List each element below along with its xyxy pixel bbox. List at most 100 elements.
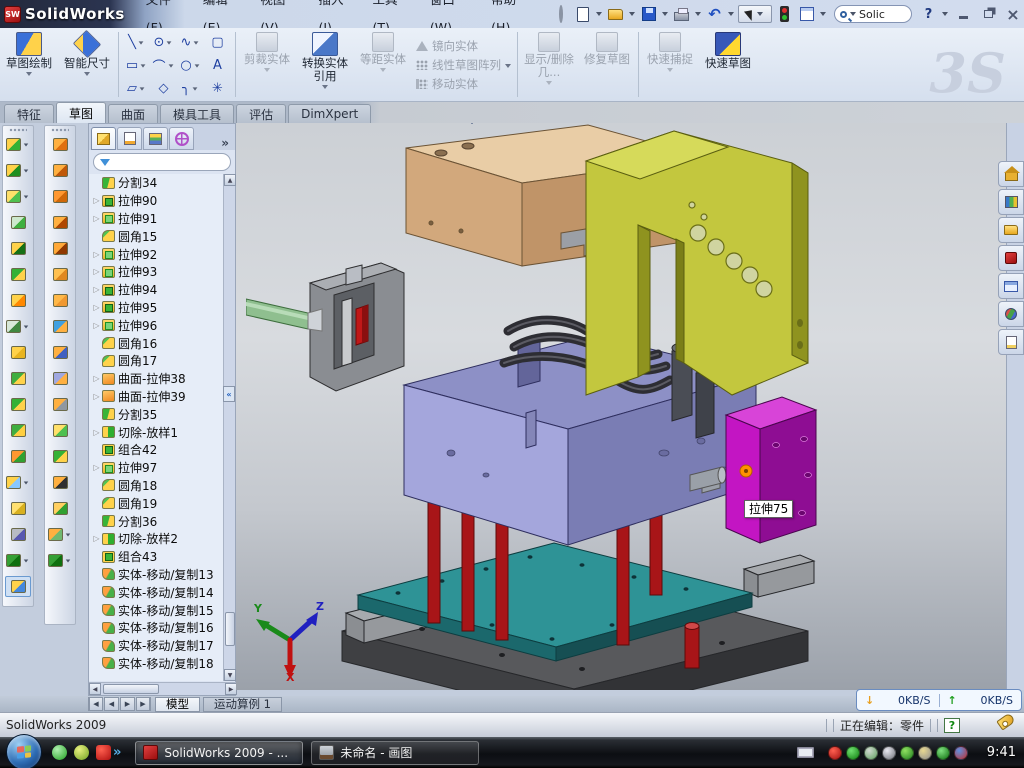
swept-surface-icon[interactable] [47,134,73,155]
command-tab[interactable]: 曲面 [108,104,158,123]
taskbar-window-button[interactable]: 未命名 - 画图 [311,741,479,765]
reference-plane-icon[interactable] [5,498,31,519]
help-button[interactable] [919,5,938,23]
expand-arrow-icon[interactable] [92,250,101,259]
planar-surface-icon[interactable] [47,290,73,311]
shell-icon[interactable] [5,264,31,285]
ellipse-icon[interactable]: ○ [177,54,204,77]
surface-curve-icon[interactable] [47,550,73,571]
restore-button[interactable] [977,6,999,22]
command-tab[interactable]: 特征 [4,104,54,123]
spline-icon[interactable]: ∿ [177,31,204,54]
tree-item[interactable]: 实体-移动/复制17 [89,637,225,655]
first-tab-button[interactable]: ◀ [88,697,103,711]
linear-pattern-icon[interactable] [5,316,31,337]
circle-icon[interactable]: ⊙ [150,31,177,54]
instant3d-icon[interactable] [5,472,31,493]
appearances-icon[interactable] [998,301,1024,327]
tree-item[interactable]: 拉伸95 [89,299,225,317]
save-dropdown[interactable] [662,12,668,16]
tree-item[interactable]: 拉伸91 [89,210,225,228]
featuremanager-tab[interactable] [91,127,116,150]
lofted-boss-icon[interactable] [5,238,31,259]
new-file-button[interactable] [573,5,592,23]
tree-item[interactable]: 切除-放样1 [89,423,225,441]
extruded-surface-icon[interactable] [47,186,73,207]
solidworks-resources-icon[interactable] [998,161,1024,187]
split-feature-icon[interactable] [5,394,31,415]
rapid-sketch-button[interactable]: 快速草图 [699,28,757,101]
print-button[interactable] [672,5,691,23]
reference-axis-icon[interactable] [5,524,31,545]
firewall-icon[interactable] [846,746,860,760]
configurationmanager-tab[interactable] [143,127,168,150]
tree-item[interactable]: 圆角16 [89,334,225,352]
revolved-surface-icon[interactable] [47,160,73,181]
trim-surface-icon[interactable] [47,368,73,389]
tree-item[interactable]: 实体-移动/复制15 [89,601,225,619]
quick-launch-chevron[interactable]: » [113,745,121,760]
horizontal-scroll-thumb[interactable] [103,684,159,694]
tree-filter-input[interactable] [93,153,231,171]
tree-item[interactable]: 圆角18 [89,477,225,495]
tree-vertical-scrollbar[interactable]: ▲ ▼ [223,174,235,681]
expand-arrow-icon[interactable] [92,321,101,330]
options-button[interactable] [797,5,816,23]
view-orientation-icon[interactable] [572,123,595,128]
tree-item[interactable]: 圆角15 [89,227,225,245]
expand-arrow-icon[interactable] [92,303,101,312]
arc-icon[interactable]: ⌒ [150,54,177,77]
network-warning-icon[interactable] [918,746,932,760]
lofted-surface-icon[interactable] [47,238,73,259]
line-icon[interactable]: ╲ [123,31,150,54]
solidworks-shortcut-icon[interactable] [96,745,111,760]
move-copy-body-icon[interactable] [5,446,31,467]
display-delete-relations-button[interactable]: 显示/删除几... [520,28,578,101]
sketch-button[interactable]: 草图绘制 [0,28,58,101]
sketch-fillet-icon[interactable]: ╮ [177,77,204,100]
extend-surface-icon[interactable] [47,342,73,363]
extruded-cut-icon[interactable] [5,160,31,181]
expand-arrow-icon[interactable] [92,463,101,472]
expand-arrow-icon[interactable] [92,392,101,401]
expand-arrow-icon[interactable] [92,267,101,276]
tree-item[interactable]: 拉伸96 [89,316,225,334]
command-tab[interactable]: DimXpert [288,104,371,123]
close-button[interactable] [1002,6,1024,22]
expand-arrow-icon[interactable] [92,196,101,205]
volume-icon[interactable] [882,746,896,760]
open-file-button[interactable] [606,5,625,23]
measure-icon[interactable] [5,576,31,597]
open-dropdown[interactable] [629,12,635,16]
select-tool-button[interactable] [738,5,772,23]
expand-arrow-icon[interactable] [92,285,101,294]
fillet-feature-icon[interactable] [5,186,31,207]
curve-icon[interactable] [5,550,31,571]
keyboard-layout-icon[interactable] [797,747,814,758]
options-dropdown[interactable] [820,12,826,16]
start-button[interactable] [6,734,42,768]
expand-arrow-icon[interactable] [92,214,101,223]
power-icon[interactable] [900,746,914,760]
offset-entities-button[interactable]: 等距实体 [354,28,412,101]
rib-icon[interactable] [5,342,31,363]
extruded-boss-icon[interactable] [5,134,31,155]
tree-item[interactable]: 切除-放样2 [89,530,225,548]
expand-arrow-icon[interactable] [92,534,101,543]
security-center-icon[interactable] [828,746,842,760]
zoom-fit-icon[interactable] [460,123,483,128]
command-tab[interactable]: 模具工具 [160,104,234,123]
command-tab[interactable]: 草图 [56,102,106,123]
display-style-icon[interactable] [600,123,623,128]
delete-face-icon[interactable] [47,472,73,493]
file-explorer-icon[interactable] [998,217,1024,243]
replace-face-icon[interactable] [47,498,73,519]
save-button[interactable] [639,5,658,23]
select-box-icon[interactable]: ▢ [204,31,231,54]
new-dropdown[interactable] [596,12,602,16]
defender-icon[interactable] [936,746,950,760]
zoom-area-icon[interactable] [488,123,511,128]
print-dropdown[interactable] [695,12,701,16]
point-icon[interactable]: ✳ [204,77,231,100]
rectangle-icon[interactable]: ▭ [123,54,150,77]
